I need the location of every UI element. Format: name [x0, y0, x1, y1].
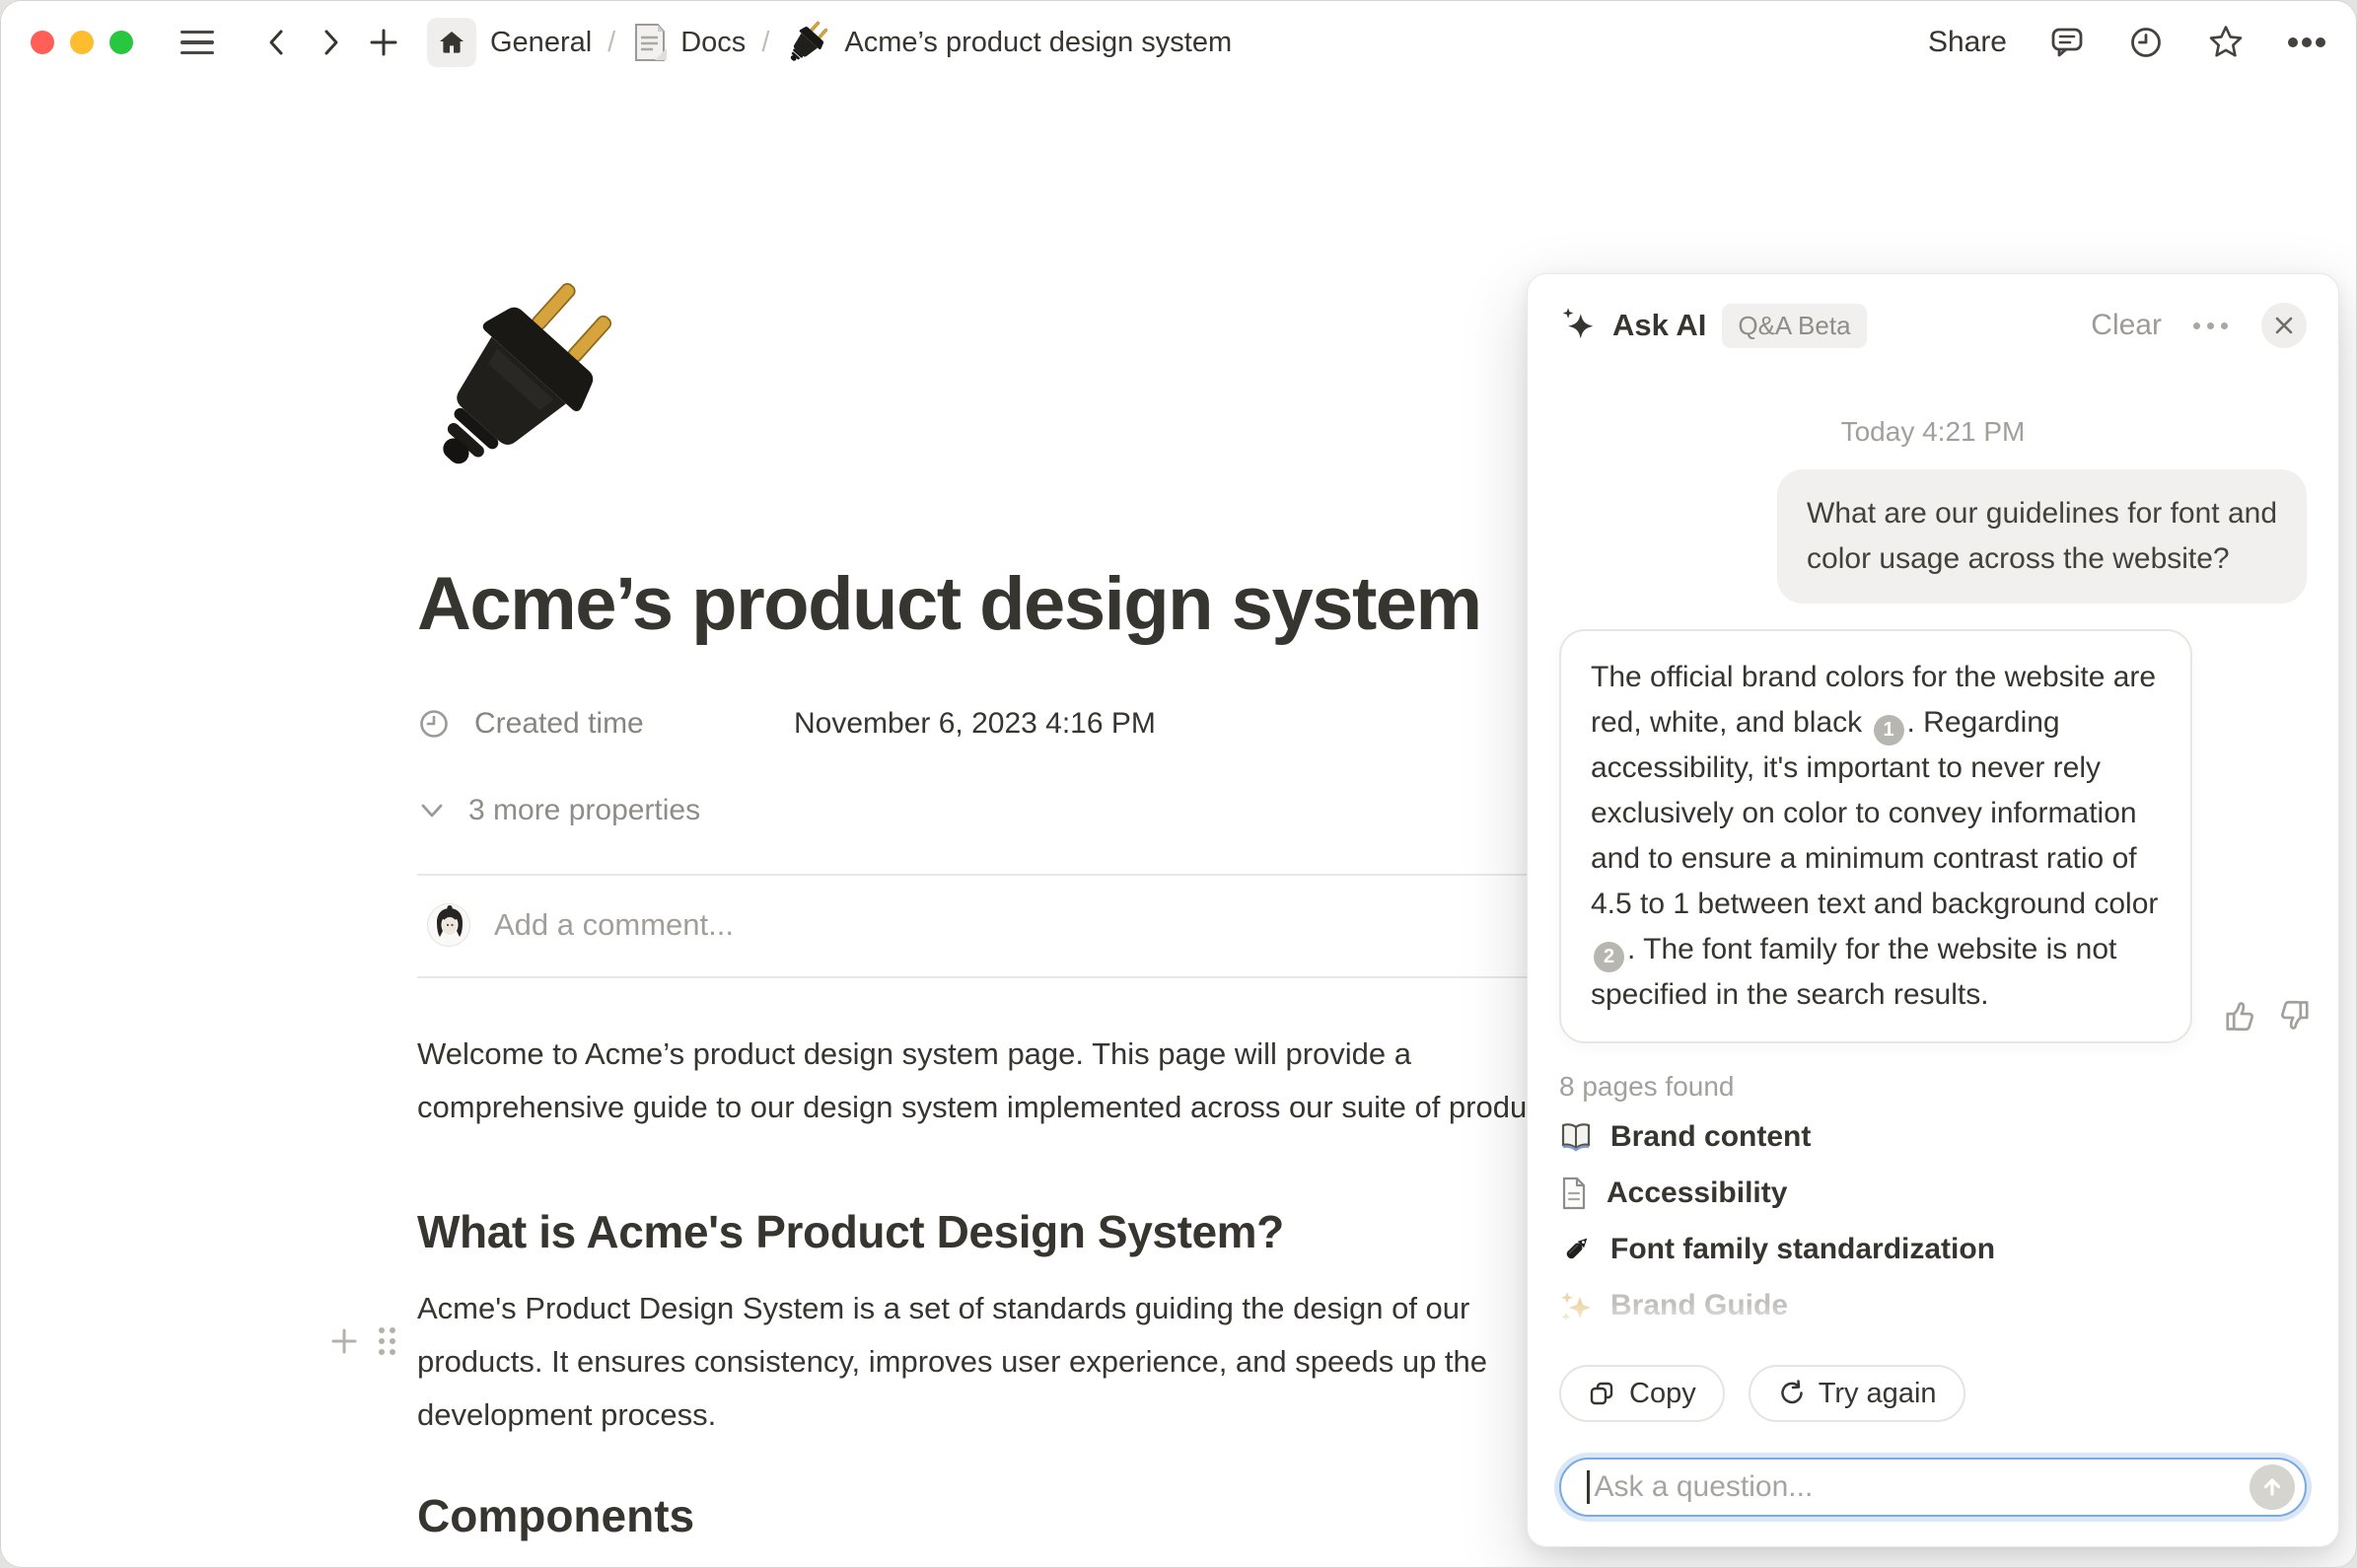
block-handles: [327, 1324, 395, 1358]
question-line: color usage across the website?: [1807, 536, 2277, 582]
thumbs-up-button[interactable]: [2222, 998, 2257, 1033]
chevron-left-icon: [261, 27, 293, 58]
toolbar: General / Docs / Acme’s product design s…: [1, 1, 2356, 84]
minimize-window-button[interactable]: [70, 31, 94, 54]
star-icon: [2206, 23, 2246, 62]
thumbs-down-icon: [2277, 998, 2313, 1033]
plug-page-icon: [785, 20, 830, 65]
drag-handle-icon[interactable]: [379, 1327, 395, 1355]
back-button[interactable]: [255, 21, 299, 64]
close-icon: [2273, 315, 2295, 336]
answer-actions: Copy Try again: [1559, 1365, 2307, 1422]
plus-icon: [327, 1324, 361, 1358]
ellipsis-icon: [2287, 36, 2326, 48]
qa-beta-badge: Q&A Beta: [1722, 304, 1866, 348]
page-result-title: Brand Guide: [1610, 1289, 1788, 1322]
favorite-button[interactable]: [2206, 23, 2246, 62]
breadcrumb-home-button[interactable]: [427, 18, 476, 67]
app-window: General / Docs / Acme’s product design s…: [0, 0, 2357, 1568]
page-result-title: Font family standardization: [1610, 1233, 1995, 1266]
clock-icon: [417, 707, 451, 741]
close-window-button[interactable]: [31, 31, 54, 54]
breadcrumb-item-docs[interactable]: Docs: [680, 27, 746, 59]
add-comment-input[interactable]: Add a comment...: [494, 907, 734, 943]
breadcrumb-separator: /: [606, 27, 617, 59]
property-label: Created time: [474, 707, 644, 741]
created-time-value[interactable]: November 6, 2023 4:16 PM: [794, 707, 1156, 741]
citation-badge-2[interactable]: 2: [1594, 942, 1624, 972]
chevron-right-icon: [315, 27, 346, 58]
forward-button[interactable]: [309, 21, 352, 64]
toolbar-actions: Share: [1928, 23, 2326, 62]
breadcrumb: General / Docs / Acme’s product design s…: [427, 18, 1232, 67]
page-icon: [1559, 1176, 1589, 1210]
book-icon: [1559, 1121, 1593, 1153]
clock-icon: [2127, 24, 2165, 61]
add-block-button[interactable]: [327, 1324, 361, 1358]
share-button[interactable]: Share: [1928, 26, 2007, 59]
new-tab-button[interactable]: [362, 21, 405, 64]
page-result-font-family[interactable]: Font family standardization: [1559, 1221, 2307, 1277]
page-result-brand-guide[interactable]: Brand Guide: [1559, 1277, 2307, 1333]
thumbs-down-button[interactable]: [2277, 998, 2313, 1033]
breadcrumb-item-page[interactable]: Acme’s product design system: [844, 27, 1232, 59]
breadcrumb-item-general[interactable]: General: [490, 27, 592, 59]
pages-found-list: Brand content Accessibility Font family …: [1559, 1108, 2307, 1333]
page-result-title: Brand content: [1610, 1120, 1811, 1154]
arrow-up-icon: [2260, 1475, 2284, 1499]
chevron-down-icon: [417, 796, 447, 825]
answer-text: . The font family for the website is not…: [1591, 933, 2116, 1011]
feedback-buttons: [2222, 998, 2313, 1033]
ai-answer-bubble: The official brand colors for the websit…: [1559, 629, 2192, 1043]
plus-icon: [367, 26, 400, 59]
more-properties-label: 3 more properties: [468, 794, 700, 827]
comment-icon: [2048, 24, 2086, 61]
refresh-icon: [1777, 1380, 1805, 1407]
created-time-property[interactable]: Created time: [417, 707, 794, 741]
sparkles-icon: [1559, 1289, 1593, 1322]
zoom-window-button[interactable]: [109, 31, 133, 54]
citation-badge-1[interactable]: 1: [1874, 715, 1904, 746]
ask-ai-panel: Ask AI Q&A Beta Clear Today 4:21 PM What…: [1527, 273, 2339, 1547]
window-controls: [31, 31, 133, 54]
copy-icon: [1588, 1380, 1615, 1407]
breadcrumb-separator: /: [759, 27, 771, 59]
text-cursor: [1587, 1470, 1590, 1504]
copy-label: Copy: [1629, 1378, 1696, 1410]
try-again-button[interactable]: Try again: [1749, 1365, 1965, 1422]
avatar: [427, 903, 470, 947]
sidebar-toggle-icon[interactable]: [180, 31, 214, 55]
input-placeholder: Ask a question...: [1595, 1470, 2250, 1504]
page-result-brand-content[interactable]: Brand content: [1559, 1108, 2307, 1165]
try-again-label: Try again: [1819, 1378, 1937, 1410]
page-result-title: Accessibility: [1607, 1176, 1787, 1210]
page-plug-emoji[interactable]: [417, 273, 624, 485]
panel-more-options-button[interactable]: [2193, 322, 2228, 329]
question-line: What are our guidelines for font and: [1807, 491, 2277, 536]
ai-answer-wrap: The official brand colors for the websit…: [1559, 629, 2192, 1043]
comments-button[interactable]: [2048, 24, 2086, 61]
home-icon: [438, 29, 465, 56]
docs-page-icon: [631, 23, 667, 62]
thumbs-up-icon: [2222, 998, 2257, 1033]
chat-timestamp: Today 4:21 PM: [1559, 416, 2307, 448]
pages-found-label: 8 pages found: [1559, 1071, 2307, 1103]
copy-button[interactable]: Copy: [1559, 1365, 1725, 1422]
ask-ai-title: Ask AI: [1612, 308, 1706, 343]
history-button[interactable]: [2127, 24, 2165, 61]
pen-icon: [1559, 1233, 1593, 1266]
send-button[interactable]: [2250, 1464, 2295, 1510]
ai-sparkle-icon: [1559, 306, 1599, 345]
user-question-bubble: What are our guidelines for font and col…: [1777, 469, 2307, 604]
page-result-accessibility[interactable]: Accessibility: [1559, 1165, 2307, 1221]
ask-question-input[interactable]: Ask a question...: [1559, 1458, 2307, 1517]
close-panel-button[interactable]: [2261, 303, 2307, 348]
ask-ai-header: Ask AI Q&A Beta Clear: [1559, 300, 2307, 351]
more-options-button[interactable]: [2287, 36, 2326, 48]
clear-button[interactable]: Clear: [2091, 309, 2162, 342]
